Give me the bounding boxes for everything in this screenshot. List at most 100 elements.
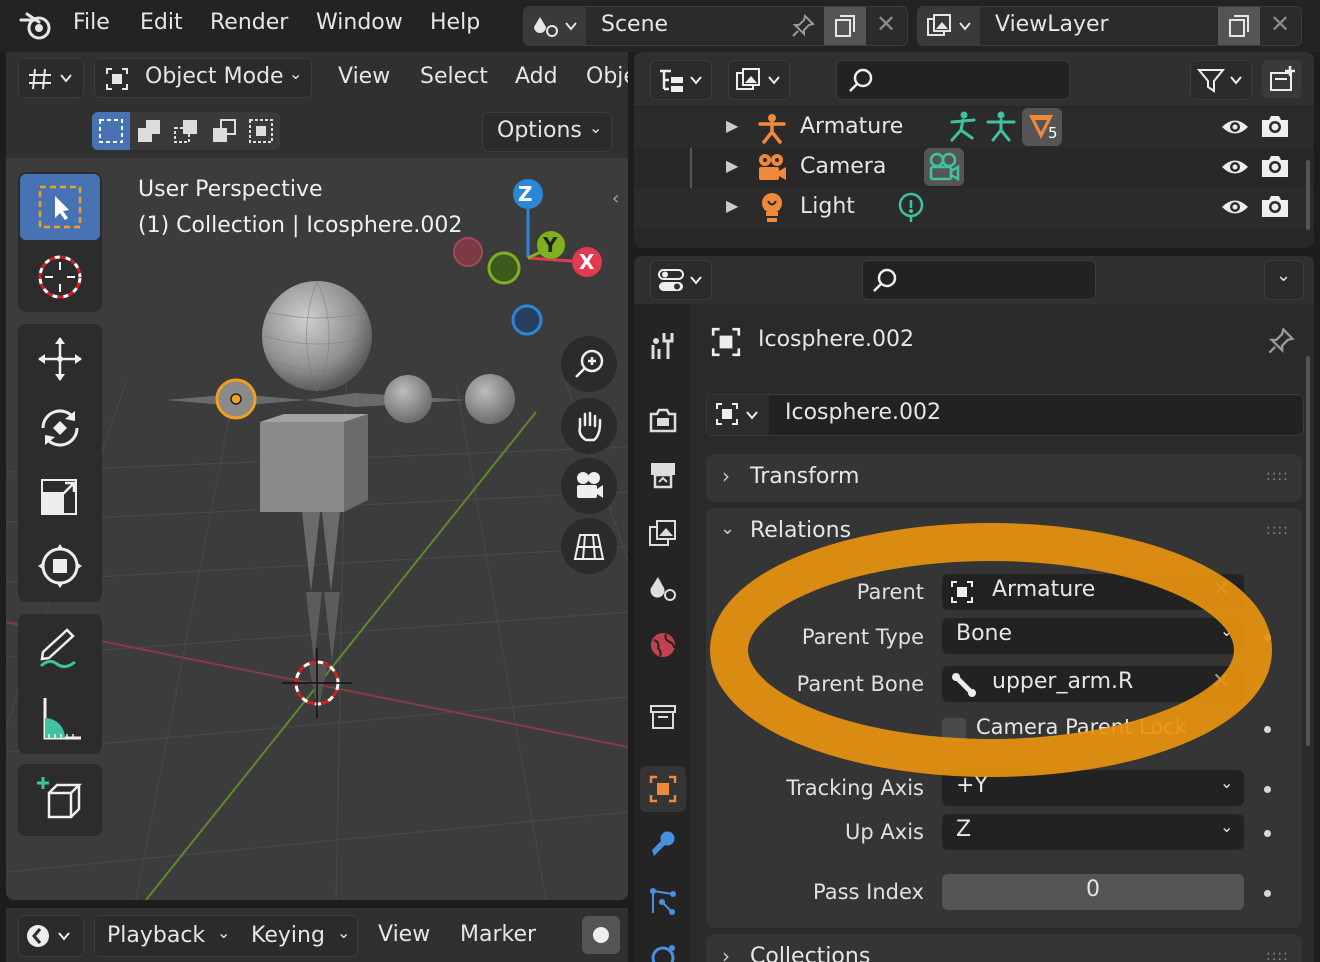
parent-field[interactable]: Armature ✕ [942, 574, 1244, 610]
tool-cursor[interactable] [20, 244, 100, 310]
up-axis-dropdown[interactable]: Z ⌄ [942, 814, 1244, 850]
viewport-menu-select[interactable]: Select [420, 64, 488, 89]
eye-icon[interactable] [1220, 194, 1250, 220]
blender-logo-icon[interactable] [18, 10, 54, 42]
camera-data-badge[interactable] [924, 148, 964, 186]
select-intersect-button[interactable] [242, 112, 280, 150]
armature-data-icon[interactable] [984, 110, 1018, 144]
gizmo-y-label[interactable]: Y [543, 233, 557, 257]
tool-rotate[interactable] [20, 395, 100, 461]
tracking-axis-dropdown[interactable]: +Y ⌄ [942, 770, 1244, 806]
options-dropdown[interactable]: Options ⌄ [482, 112, 612, 152]
outliner-row-camera[interactable]: ▶ Camera [634, 148, 1314, 188]
drag-handle-icon[interactable]: :::: [1266, 948, 1289, 962]
new-collection-button[interactable] [1262, 60, 1302, 98]
camera-parent-lock-checkbox[interactable] [942, 718, 966, 742]
editor-type-button[interactable] [18, 58, 84, 98]
parent-type-dropdown[interactable]: Bone ⌄ [942, 618, 1244, 654]
viewlayer-name[interactable]: ViewLayer [995, 12, 1109, 37]
object-name-input[interactable]: Icosphere.002 [785, 400, 941, 425]
pan-button[interactable] [561, 398, 617, 454]
viewport-menu-view[interactable]: View [338, 64, 390, 89]
timeline-menu-keying[interactable]: Keying [251, 923, 325, 948]
tab-modifiers[interactable] [640, 822, 686, 868]
panel-collections[interactable]: › Collections :::: [706, 934, 1302, 962]
display-mode-dropdown[interactable] [728, 60, 790, 100]
panel-transform[interactable]: › Transform :::: [706, 454, 1302, 502]
parent-bone-field[interactable]: upper_arm.R ✕ [942, 666, 1244, 702]
menu-help[interactable]: Help [430, 10, 480, 35]
drag-handle-icon[interactable]: :::: [1266, 522, 1289, 538]
render-camera-icon[interactable] [1260, 152, 1290, 180]
clear-bone-icon[interactable]: ✕ [1212, 669, 1230, 694]
pass-index-slider[interactable]: 0 [942, 874, 1244, 910]
eye-icon[interactable] [1220, 154, 1250, 180]
menu-window[interactable]: Window [316, 10, 403, 35]
tab-render[interactable] [640, 396, 686, 442]
drag-handle-icon[interactable]: :::: [1266, 468, 1289, 484]
scene-browse-button[interactable] [524, 7, 586, 45]
animate-property-icon[interactable] [1264, 890, 1271, 897]
scene-new-button[interactable] [824, 7, 866, 45]
viewport-menu-object[interactable]: Obje [586, 64, 628, 89]
viewlayer-delete-icon[interactable]: ✕ [1270, 10, 1290, 38]
tab-scene[interactable] [640, 566, 686, 612]
gizmo-z-label[interactable]: Z [518, 182, 533, 206]
3d-viewport[interactable]: Z Y X User Perspective (1) Collection | … [6, 52, 628, 900]
tab-world[interactable] [640, 622, 686, 668]
outliner-scrollbar[interactable] [1306, 160, 1310, 230]
tool-move[interactable] [20, 326, 100, 392]
menu-render[interactable]: Render [210, 10, 288, 35]
scene-delete-icon[interactable]: ✕ [876, 10, 896, 38]
tab-collection[interactable] [640, 694, 686, 740]
expand-arrow-icon[interactable]: ▶ [726, 156, 738, 175]
timeline-menu-marker[interactable]: Marker [460, 922, 536, 947]
tab-tool[interactable] [640, 322, 686, 368]
properties-scrollbar[interactable] [1306, 356, 1310, 746]
pin-icon[interactable] [1266, 326, 1296, 356]
select-extend-button[interactable] [130, 112, 167, 150]
sidebar-toggle-icon[interactable]: ‹ [612, 188, 619, 209]
filter-dropdown[interactable] [1190, 60, 1252, 100]
select-subtract-button[interactable] [167, 112, 205, 150]
mesh-children-badge[interactable]: 5 [1022, 108, 1062, 146]
tab-output[interactable] [640, 452, 686, 498]
ortho-toggle-button[interactable] [561, 518, 617, 574]
tab-object[interactable] [640, 766, 686, 812]
properties-editor-type[interactable] [650, 260, 712, 300]
outliner-search-input[interactable] [836, 60, 1070, 100]
eye-icon[interactable] [1220, 114, 1250, 140]
properties-search-input[interactable] [862, 260, 1096, 300]
tool-measure[interactable] [20, 686, 100, 752]
clear-parent-icon[interactable]: ✕ [1212, 577, 1230, 602]
tab-physics[interactable] [640, 930, 686, 962]
animate-property-icon[interactable] [1264, 786, 1271, 793]
pin-icon[interactable] [790, 13, 816, 39]
viewlayer-browse-button[interactable] [918, 7, 980, 45]
expand-arrow-icon[interactable]: ▶ [726, 196, 738, 215]
tab-particles[interactable] [640, 878, 686, 924]
scene-name[interactable]: Scene [601, 12, 668, 37]
light-data-icon[interactable] [896, 192, 926, 224]
object-browse-button[interactable] [707, 395, 769, 435]
render-camera-icon[interactable] [1260, 112, 1290, 140]
tool-annotate[interactable] [20, 616, 100, 682]
pose-icon[interactable] [946, 110, 980, 144]
viewlayer-new-button[interactable] [1218, 7, 1260, 45]
expand-arrow-icon[interactable]: ▶ [726, 116, 738, 135]
select-new-button[interactable] [92, 112, 130, 150]
select-invert-button[interactable] [205, 112, 242, 150]
menu-file[interactable]: File [73, 10, 110, 35]
auto-keying-button[interactable] [582, 916, 620, 954]
outliner-row-armature[interactable]: ▶ Armature 5 [634, 108, 1314, 148]
tab-view-layer[interactable] [640, 510, 686, 556]
animate-property-icon[interactable] [1264, 726, 1271, 733]
camera-view-button[interactable] [561, 458, 617, 514]
tool-transform[interactable] [20, 533, 100, 599]
zoom-button[interactable] [561, 336, 617, 392]
gizmo-x-label[interactable]: X [579, 250, 594, 274]
animate-property-icon[interactable] [1264, 830, 1271, 837]
tool-scale[interactable] [20, 464, 100, 530]
viewport-menu-add[interactable]: Add [515, 64, 558, 89]
timeline-menu-playback[interactable]: Playback [107, 923, 205, 948]
